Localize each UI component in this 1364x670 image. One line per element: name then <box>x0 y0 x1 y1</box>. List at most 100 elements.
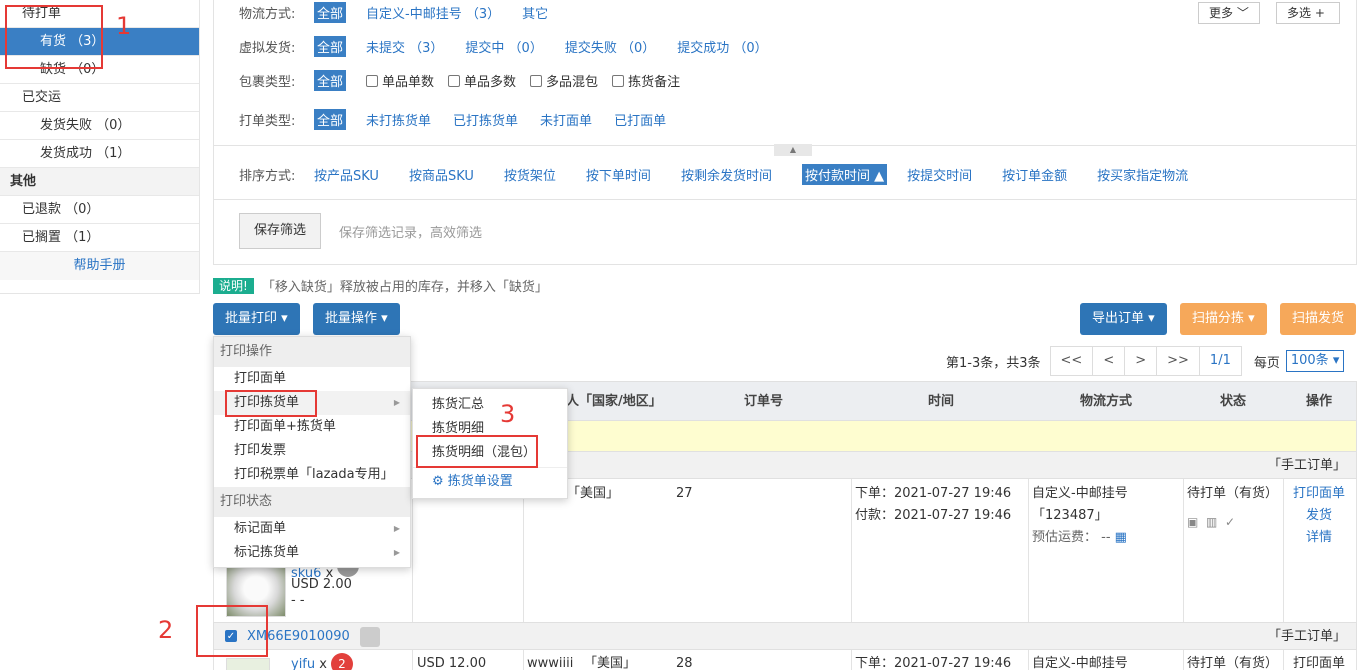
menu-item-print-tax-receipt[interactable]: 打印税票单「lazada专用」 <box>214 463 410 487</box>
order-source-tag: 「手工订单」 <box>1267 629 1346 644</box>
details-link[interactable]: 详情 <box>1289 527 1349 549</box>
barcode-icon[interactable]: ▥ <box>1206 515 1217 529</box>
menu-item-mark-picklist[interactable]: 标记拣货单 ▶ <box>214 541 410 565</box>
sort-option-label: 按付款时间 <box>804 169 870 184</box>
first-page-button[interactable]: << <box>1049 346 1094 376</box>
batch-ops-button[interactable]: 批量操作 ▾ <box>313 303 400 335</box>
product-sku-link[interactable]: yifu <box>291 657 315 670</box>
package-checkbox[interactable]: 单品多数 <box>448 71 516 90</box>
more-filters-button[interactable]: 更多 ﹀ <box>1198 2 1260 24</box>
order-source-tag: 「手工订单」 <box>1267 458 1346 473</box>
scan-sort-button[interactable]: 扫描分拣 ▾ <box>1180 303 1267 335</box>
order-number-link[interactable]: 27 <box>676 483 693 505</box>
caret-down-icon: ▾ <box>281 311 288 326</box>
filter-option[interactable]: 全部 <box>314 109 347 130</box>
sort-option[interactable]: 按产品SKU <box>314 165 379 184</box>
print-label-link[interactable]: 打印面单 <box>1289 483 1349 505</box>
sidebar-item-ship-failed[interactable]: 发货失败 （0） <box>0 112 199 140</box>
last-page-button[interactable]: >> <box>1156 346 1200 376</box>
sidebar-item-on-hold[interactable]: 已搁置 （1） <box>0 224 199 252</box>
batch-print-button[interactable]: 批量打印 ▾ <box>213 303 300 335</box>
column-header-order-no[interactable]: 订单号 <box>744 382 783 422</box>
sort-option[interactable]: 按买家指定物流 <box>1097 165 1188 184</box>
filter-option[interactable]: 未打面单 <box>540 110 592 129</box>
package-checkbox[interactable]: 拣货备注 <box>612 71 680 90</box>
sort-option[interactable]: 按订单金额 <box>1002 165 1067 184</box>
filter-label: 虚拟发货: <box>239 41 296 56</box>
filter-option[interactable]: 已打面单 <box>614 110 666 129</box>
menu-item-print-label-picklist[interactable]: 打印面单+拣货单 <box>214 415 410 439</box>
print-label-link[interactable]: 打印面单 <box>1293 653 1345 670</box>
checkbox-label: 多品混包 <box>546 75 599 90</box>
product-image[interactable] <box>226 658 270 670</box>
filter-option[interactable]: 全部 <box>314 36 347 57</box>
package-checkbox[interactable]: 多品混包 <box>530 71 598 90</box>
sort-option[interactable]: 按提交时间 <box>907 165 972 184</box>
qty-prefix: x <box>319 657 327 670</box>
menu-item-picklist-settings[interactable]: ⚙ 拣货单设置 <box>413 470 567 494</box>
table-row: yifu x2 USD 12.00 wwwiiii 「美国」 28 下单：202… <box>213 650 1357 670</box>
checkbox-icon[interactable] <box>530 74 543 87</box>
next-page-button[interactable]: > <box>1124 346 1158 376</box>
prev-page-button[interactable]: < <box>1092 346 1126 376</box>
column-header-time[interactable]: 时间 <box>928 382 954 422</box>
column-divider <box>851 479 852 622</box>
export-orders-button[interactable]: 导出订单 ▾ <box>1080 303 1167 335</box>
scan-sort-label: 扫描分拣 <box>1192 311 1245 326</box>
scan-ship-button[interactable]: 扫描发货 <box>1280 303 1357 335</box>
filter-option[interactable]: 全部 <box>314 70 347 91</box>
filter-row-logistics: 物流方式: 全部 自定义-中邮挂号 （3） 其它 <box>239 2 570 23</box>
help-manual-link[interactable]: 帮助手册 <box>0 252 199 280</box>
save-filter-button[interactable]: 保存筛选 <box>239 213 322 249</box>
filter-option[interactable]: 未提交 （3） <box>366 37 443 56</box>
order-number-link[interactable]: 28 <box>676 653 693 670</box>
save-filter-hint: 保存筛选记录，高效筛选 <box>339 226 483 241</box>
order-group-header: ✓ XM66E9010090 「手工订单」 <box>213 622 1357 650</box>
sidebar-item-ship-success[interactable]: 发货成功 （1） <box>0 140 199 168</box>
filter-option[interactable]: 其它 <box>522 3 548 22</box>
filter-option[interactable]: 未打拣货单 <box>366 110 431 129</box>
sort-option-active[interactable]: 按付款时间 ▲ <box>801 164 888 185</box>
filter-option[interactable]: 提交中 （0） <box>465 37 542 56</box>
filter-option[interactable]: 提交成功 （0） <box>677 37 767 56</box>
ship-link[interactable]: 发货 <box>1289 505 1349 527</box>
quantity-badge: 2 <box>330 653 353 670</box>
menu-item-pick-summary[interactable]: 拣货汇总 <box>413 393 567 417</box>
column-divider <box>1283 650 1284 670</box>
collapse-toggle[interactable]: ▲ <box>774 144 812 156</box>
order-tag-icon[interactable] <box>360 627 380 647</box>
actions-cell: 打印面单 发货 详情 <box>1289 483 1349 549</box>
menu-item-print-label[interactable]: 打印面单 <box>214 367 410 391</box>
package-checkbox[interactable]: 单品单数 <box>366 71 434 90</box>
checkbox-icon[interactable] <box>448 74 461 87</box>
menu-item-label: 标记拣货单 <box>234 545 300 560</box>
copy-icon[interactable]: ▣ <box>1187 515 1198 529</box>
checkbox-icon[interactable] <box>366 74 379 87</box>
menu-item-mark-label[interactable]: 标记面单 ▶ <box>214 517 410 541</box>
sidebar-item-shipped[interactable]: 已交运 <box>0 84 199 112</box>
sidebar-item-refunded[interactable]: 已退款 （0） <box>0 196 199 224</box>
tracking-number: 「123487」 <box>1032 508 1108 523</box>
estimated-fee: 预估运费： -- ▦ <box>1032 527 1127 549</box>
sort-option[interactable]: 按剩余发货时间 <box>681 165 772 184</box>
multi-select-button[interactable]: 多选 + <box>1276 2 1340 24</box>
batch-ops-label: 批量操作 <box>325 311 378 326</box>
sort-option[interactable]: 按货架位 <box>504 165 556 184</box>
annotation-number-3: 3 <box>500 400 516 428</box>
calculator-icon[interactable]: ▦ <box>1115 530 1127 545</box>
caret-down-icon: ▾ <box>1248 311 1255 326</box>
check-icon[interactable]: ✓ <box>1225 515 1235 529</box>
annotation-number-1: 1 <box>116 12 132 40</box>
menu-item-print-invoice[interactable]: 打印发票 <box>214 439 410 463</box>
column-header-status: 状态 <box>1220 394 1247 409</box>
chevron-down-icon: ﹀ <box>1236 6 1249 20</box>
order-status: 待打单（有货） <box>1187 656 1279 670</box>
per-page-select[interactable]: 100条 ▾ <box>1285 350 1345 372</box>
checkbox-icon[interactable] <box>612 74 625 87</box>
filter-option[interactable]: 提交失败 （0） <box>565 37 655 56</box>
sort-option[interactable]: 按下单时间 <box>586 165 651 184</box>
sort-option[interactable]: 按商品SKU <box>409 165 474 184</box>
filter-option[interactable]: 自定义-中邮挂号 （3） <box>366 3 500 22</box>
filter-option[interactable]: 已打拣货单 <box>453 110 518 129</box>
filter-option[interactable]: 全部 <box>314 2 347 23</box>
